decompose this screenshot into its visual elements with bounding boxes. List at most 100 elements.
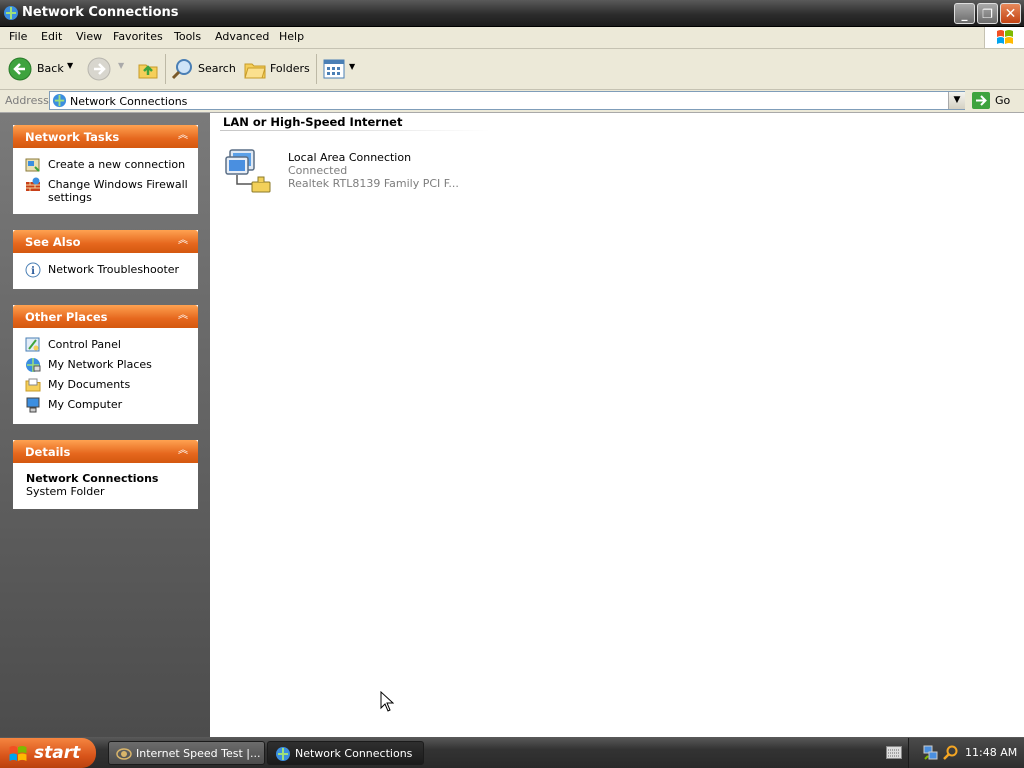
- folders-button[interactable]: Folders: [243, 57, 310, 81]
- menu-tools[interactable]: Tools: [174, 30, 201, 43]
- keyboard-icon[interactable]: [886, 746, 902, 759]
- network-tasks-title: Network Tasks: [25, 130, 120, 144]
- details-title: Details: [25, 445, 71, 459]
- menu-edit[interactable]: Edit: [41, 30, 62, 43]
- see-also-title: See Also: [25, 235, 81, 249]
- mouse-pointer-icon: [380, 691, 394, 712]
- address-label: Address: [5, 94, 49, 107]
- connection-name: Local Area Connection: [288, 151, 412, 164]
- task-label: Create a new connection: [48, 158, 186, 171]
- details-panel: Details ︽ Network Connections System Fol…: [13, 440, 198, 509]
- views-button[interactable]: ▼: [323, 58, 357, 80]
- group-divider: [220, 130, 490, 131]
- collapse-chevron-icon[interactable]: ︽: [176, 309, 190, 323]
- details-header[interactable]: Details ︽: [13, 440, 198, 463]
- other-places-title: Other Places: [25, 310, 108, 324]
- place-control-panel[interactable]: Control Panel: [25, 337, 195, 353]
- connection-status: Connected: [288, 164, 348, 177]
- task-create-connection[interactable]: Create a new connection: [25, 157, 195, 173]
- see-also-panel: See Also ︽ i Network Troubleshooter: [13, 230, 198, 289]
- go-label: Go: [995, 94, 1011, 107]
- group-heading: LAN or High-Speed Internet: [223, 115, 403, 129]
- new-connection-icon: [25, 158, 40, 172]
- taskbar-button-label: Internet Speed Test |...: [136, 747, 261, 760]
- close-button[interactable]: ✕: [1000, 3, 1021, 24]
- info-icon: i: [25, 262, 41, 278]
- network-tasks-header[interactable]: Network Tasks ︽: [13, 125, 198, 148]
- windows-logo-icon: [9, 746, 27, 761]
- collapse-chevron-icon[interactable]: ︽: [176, 444, 190, 458]
- start-button[interactable]: start: [0, 738, 96, 768]
- toolbar-separator: [316, 54, 317, 84]
- network-tasks-panel: Network Tasks ︽ Create a new connection …: [13, 125, 198, 214]
- taskbar-button-network-connections[interactable]: Network Connections: [267, 741, 424, 765]
- title-bar[interactable]: Network Connections _ ❐ ✕: [0, 0, 1024, 27]
- menu-help[interactable]: Help: [279, 30, 304, 43]
- search-tray-icon[interactable]: [942, 745, 958, 761]
- task-label: My Documents: [48, 378, 131, 391]
- task-network-troubleshooter[interactable]: i Network Troubleshooter: [25, 262, 195, 278]
- menu-bar: File Edit View Favorites Tools Advanced …: [0, 27, 1024, 49]
- toolbar-separator: [165, 54, 166, 84]
- views-dropdown-icon: ▼: [349, 62, 356, 71]
- place-my-network-places[interactable]: My Network Places: [25, 357, 195, 373]
- toolbar: Back ▼ ▼ Search Folders ▼: [0, 49, 1024, 90]
- connection-device: Realtek RTL8139 Family PCI F...: [288, 177, 459, 190]
- network-connections-icon: [52, 93, 67, 108]
- taskbar-button-label: Network Connections: [295, 747, 413, 760]
- collapse-chevron-icon[interactable]: ︽: [176, 129, 190, 143]
- task-pane: Network Tasks ︽ Create a new connection …: [0, 113, 210, 737]
- network-places-icon: [26, 358, 41, 372]
- other-places-panel: Other Places ︽ Control Panel My Network …: [13, 305, 198, 424]
- task-change-firewall[interactable]: Change Windows Firewall settings: [25, 177, 195, 205]
- back-arrow-icon: [8, 57, 32, 81]
- folders-label: Folders: [270, 62, 310, 75]
- network-tray-icon[interactable]: [923, 745, 939, 761]
- control-panel-icon: [25, 337, 40, 352]
- task-label: Control Panel: [48, 338, 121, 351]
- restore-button[interactable]: ❐: [977, 3, 998, 24]
- search-button[interactable]: Search: [171, 57, 236, 81]
- task-label: My Network Places: [48, 358, 152, 371]
- back-dropdown-icon[interactable]: ▼: [67, 61, 73, 70]
- forward-button[interactable]: ▼: [87, 57, 127, 81]
- lan-connection-icon: [225, 149, 271, 193]
- menu-file[interactable]: File: [9, 30, 27, 43]
- window-title: Network Connections: [22, 5, 179, 20]
- other-places-header[interactable]: Other Places ︽: [13, 305, 198, 328]
- up-folder-icon[interactable]: [136, 57, 160, 81]
- windows-logo-icon: [984, 27, 1024, 48]
- forward-arrow-icon: [87, 57, 111, 81]
- menu-advanced[interactable]: Advanced: [215, 30, 269, 43]
- minimize-button[interactable]: _: [954, 3, 975, 24]
- search-label: Search: [198, 62, 236, 75]
- go-button[interactable]: Go: [970, 91, 1020, 110]
- documents-icon: [25, 378, 41, 392]
- menu-view[interactable]: View: [76, 30, 102, 43]
- content-area: LAN or High-Speed Internet Local Area Co…: [210, 113, 1024, 737]
- go-arrow-icon: [972, 92, 990, 109]
- menu-favorites[interactable]: Favorites: [113, 30, 163, 43]
- start-label: start: [34, 743, 81, 763]
- local-area-connection-item[interactable]: Local Area Connection Connected Realtek …: [220, 141, 459, 197]
- task-label: Network Troubleshooter: [48, 263, 180, 276]
- address-bar: Address Network Connections ▼ Go: [0, 90, 1024, 113]
- address-input[interactable]: Network Connections ▼: [49, 91, 965, 110]
- system-tray: 11:48 AM: [908, 738, 1024, 768]
- place-my-documents[interactable]: My Documents: [25, 377, 195, 393]
- address-dropdown-icon[interactable]: ▼: [948, 92, 965, 109]
- see-also-header[interactable]: See Also ︽: [13, 230, 198, 253]
- collapse-chevron-icon[interactable]: ︽: [176, 234, 190, 248]
- back-label: Back: [37, 62, 64, 75]
- place-my-computer[interactable]: My Computer: [25, 397, 195, 413]
- svg-text:i: i: [31, 266, 35, 277]
- details-name: Network Connections: [26, 472, 159, 485]
- computer-icon: [26, 397, 40, 413]
- taskbar-button-speed-test[interactable]: Internet Speed Test |...: [108, 741, 265, 765]
- network-connections-icon: [4, 6, 18, 20]
- views-icon: [323, 59, 345, 79]
- task-label: Change Windows Firewall settings: [48, 178, 188, 204]
- taskbar: start Internet Speed Test |... Network C…: [0, 737, 1024, 768]
- address-value: Network Connections: [70, 95, 188, 108]
- back-button[interactable]: Back ▼: [8, 57, 80, 81]
